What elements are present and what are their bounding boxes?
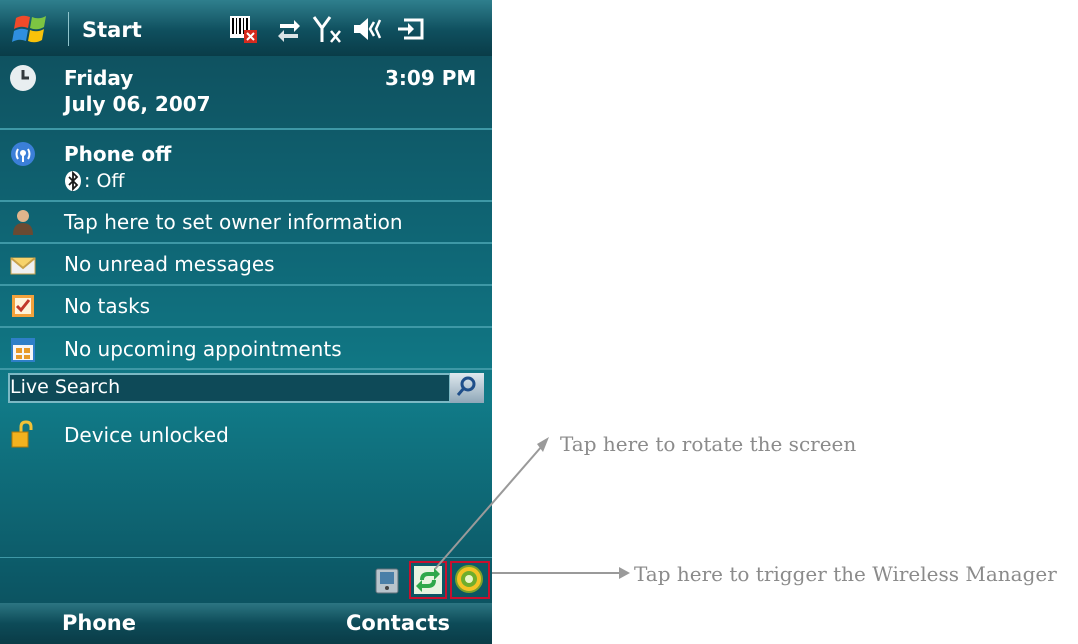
annotation-arrows xyxy=(434,437,630,579)
rotate-arrow-line xyxy=(434,445,543,570)
rotate-annotation: Tap here to rotate the screen xyxy=(560,432,857,456)
wireless-arrowhead xyxy=(619,567,630,579)
wireless-annotation: Tap here to trigger the Wireless Manager xyxy=(634,562,1057,586)
